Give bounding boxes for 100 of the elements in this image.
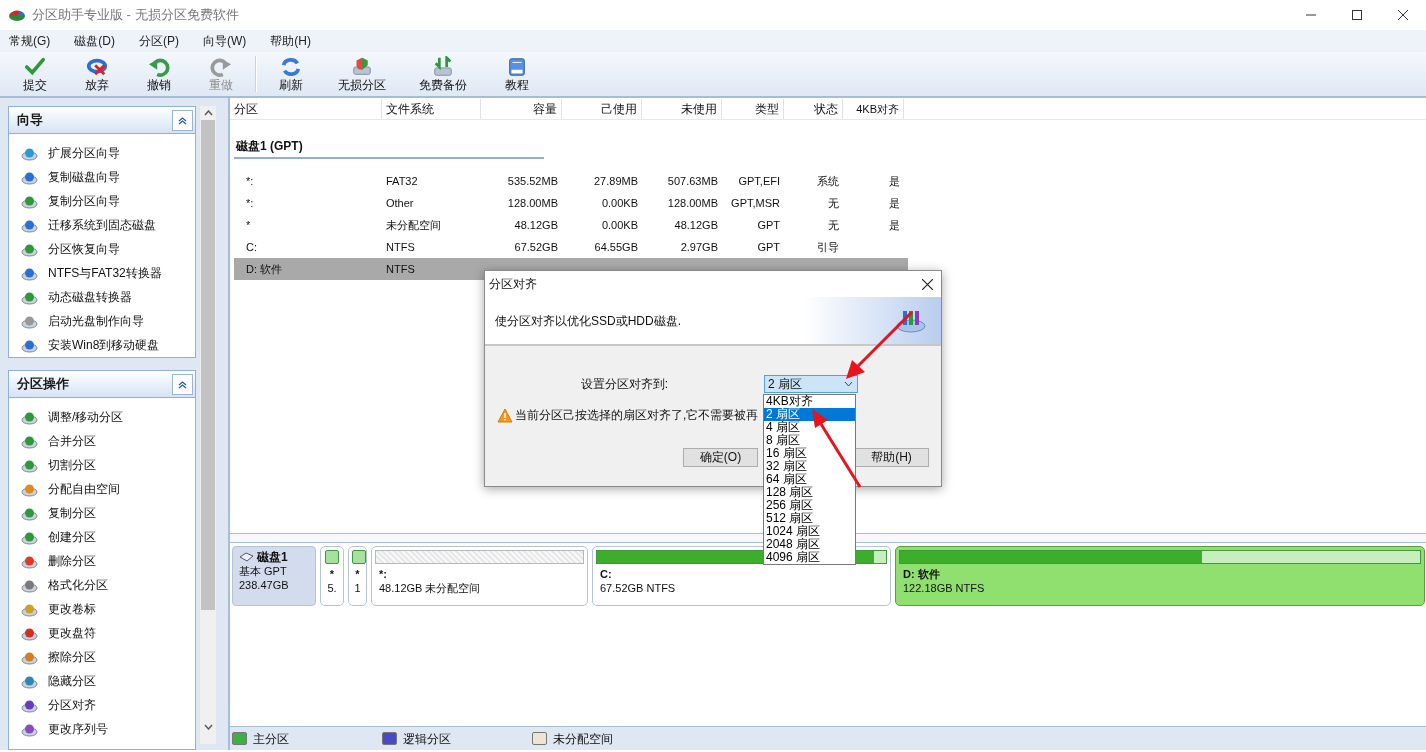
toolbar-button[interactable]: 刷新 <box>260 52 322 96</box>
dialog-button[interactable]: 确定(O) <box>683 448 758 467</box>
disk-name: 磁盘1 <box>257 550 288 564</box>
redo-icon <box>209 56 233 78</box>
sidebar-item[interactable]: 隐藏分区 <box>9 669 195 693</box>
table-cell-text: 0.00KB <box>600 217 639 233</box>
dialog-button[interactable]: 帮助(H) <box>854 448 929 467</box>
menu-item[interactable]: 分区(P) <box>133 32 185 50</box>
table-cell-text: 是 <box>888 195 901 211</box>
annotation-arrow <box>846 310 914 379</box>
disk-group-title: 磁盘1 (GPT) <box>234 138 303 155</box>
app-logo-icon <box>8 8 26 22</box>
partition-label: C: <box>599 567 613 581</box>
partition-detail: 67.52GB NTFS <box>599 581 677 595</box>
cancel-icon <box>85 56 109 78</box>
dialog-description: 使分区对齐以优化SSD或HDD磁盘. <box>495 312 681 330</box>
scrollbar[interactable] <box>200 106 216 744</box>
table-cell-text: *: <box>245 195 255 211</box>
sidebar-item[interactable]: 删除分区 <box>9 549 195 573</box>
partition-label: * <box>354 567 361 581</box>
refresh-icon <box>279 56 303 78</box>
disk-type: 基本 GPT <box>239 564 288 578</box>
sidebar-item[interactable]: 擦除分区 <box>9 645 195 669</box>
toolbar-button[interactable]: 撤销 <box>128 52 190 96</box>
maximize-icon <box>1352 10 1362 20</box>
partition-label: * <box>328 567 336 581</box>
panel-title: 分区操作 <box>17 375 69 394</box>
partition-card[interactable]: *: 48.12GB 未分配空间 <box>371 546 588 606</box>
sidebar-item[interactable]: NTFS与FAT32转换器 <box>9 261 195 285</box>
dropdown-option[interactable]: 2 扇区 <box>764 408 855 421</box>
collapse-chevron-icon <box>178 115 187 125</box>
menu-item[interactable]: 常规(G) <box>3 32 57 50</box>
table-cell-text: 128.00MB <box>506 195 559 211</box>
sidebar-item[interactable]: 更改序列号 <box>9 717 195 741</box>
table-cell-text: 27.89MB <box>592 173 639 189</box>
sidebar-item[interactable]: 动态磁盘转换器 <box>9 285 195 309</box>
partition-detail: 5. <box>326 581 338 595</box>
collapse-button[interactable] <box>172 373 193 395</box>
toolbar-button[interactable]: 放弃 <box>66 52 128 96</box>
scroll-down-icon[interactable] <box>203 724 213 730</box>
sidebar-item[interactable]: 复制分区 <box>9 501 195 525</box>
sidebar-item[interactable]: 分配自由空间 <box>9 477 195 501</box>
sidebar-item[interactable]: 合并分区 <box>9 429 195 453</box>
menu-item[interactable]: 磁盘(D) <box>68 32 121 50</box>
legend-label: 未分配空间 <box>553 730 613 748</box>
table-cell-text: 无 <box>827 195 840 211</box>
table-cell-text: 2.97GB <box>679 239 719 255</box>
table-cell-text: 67.52GB <box>513 239 559 255</box>
disk-size: 238.47GB <box>239 578 290 592</box>
sidebar-item[interactable]: 安装Win8到移动硬盘 <box>9 333 195 357</box>
warning-message: 当前分区己按选择的扇区对齐了,它不需要被再 <box>515 407 759 424</box>
sidebar-item[interactable]: 切割分区 <box>9 453 195 477</box>
sidebar-item[interactable]: 分区对齐 <box>9 693 195 717</box>
table-cell-text: 48.12GB <box>673 217 719 233</box>
toolbar-button[interactable]: 提交 <box>4 52 66 96</box>
table-cell-text: 48.12GB <box>513 217 559 233</box>
disk-info-card[interactable]: 磁盘1 基本 GPT 238.47GB <box>232 546 316 606</box>
sidebar-item[interactable]: 更改盘符 <box>9 621 195 645</box>
partition-detail: 122.18GB NTFS <box>902 581 986 595</box>
table-cell-text: 未分配空间 <box>385 217 442 233</box>
sidebar-item[interactable]: 启动光盘制作向导 <box>9 309 195 333</box>
partition-label: D: 软件 <box>902 567 941 581</box>
table-cell-text: 系统 <box>816 173 840 189</box>
sidebar-item[interactable]: 扩展分区向导 <box>9 141 195 165</box>
menu-item[interactable]: 帮助(H) <box>264 32 317 50</box>
partition-label: *: <box>378 567 388 581</box>
legend-label: 主分区 <box>253 730 289 748</box>
sidebar-item[interactable]: 调整/移动分区 <box>9 405 195 429</box>
sidebar-item[interactable]: 复制磁盘向导 <box>9 165 195 189</box>
window-title: 分区助手专业版 - 无损分区免费软件 <box>32 6 239 25</box>
toolbar-button[interactable]: 教程 <box>484 52 550 96</box>
warning-icon <box>497 407 513 423</box>
table-cell-text: 是 <box>888 217 901 233</box>
sidebar-item[interactable]: 创建分区 <box>9 525 195 549</box>
partition-detail: 1 <box>353 581 362 595</box>
toolbar-button[interactable]: 免费备份 <box>402 52 484 96</box>
sidebar-item[interactable]: 分区恢复向导 <box>9 237 195 261</box>
table-cell-text: * <box>245 217 252 233</box>
table-cell-text: 64.55GB <box>593 239 639 255</box>
table-cell-text: 507.63MB <box>666 173 719 189</box>
scroll-up-icon[interactable] <box>203 110 213 116</box>
sidebar-item[interactable]: 迁移系统到固态磁盘 <box>9 213 195 237</box>
table-cell-text: GPT,MSR <box>730 195 781 211</box>
toolbar-button[interactable]: 无损分区 <box>322 52 402 96</box>
table-cell-text: Other <box>385 195 415 211</box>
table-cell-text: 无 <box>827 217 840 233</box>
scrollbar-thumb[interactable] <box>201 120 215 610</box>
partition-card[interactable]: * 5. <box>320 546 344 606</box>
table-cell-text: 是 <box>888 173 901 189</box>
sidebar-item[interactable]: 格式化分区 <box>9 573 195 597</box>
alignment-select[interactable]: 2 扇区 <box>764 375 858 393</box>
partition-detail: 48.12GB 未分配空间 <box>378 581 482 595</box>
sidebar-item[interactable]: 更改卷标 <box>9 597 195 621</box>
sidebar-item[interactable]: 复制分区向导 <box>9 189 195 213</box>
collapse-button[interactable] <box>172 109 193 131</box>
table-cell-text: D: 软件 <box>245 261 284 277</box>
menu-item[interactable]: 向导(W) <box>197 32 253 50</box>
partition-card[interactable]: * 1 <box>348 546 367 606</box>
table-cell-text: 0.00KB <box>600 195 639 211</box>
partition-card[interactable]: D: 软件 122.18GB NTFS <box>895 546 1425 606</box>
